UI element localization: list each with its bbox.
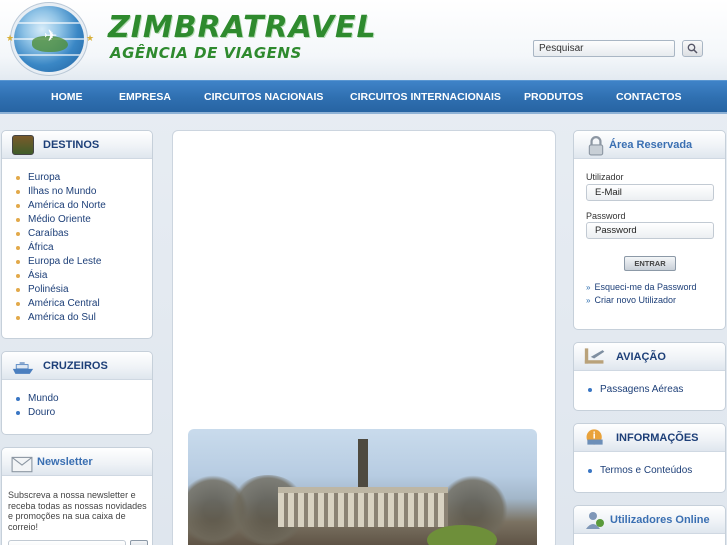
newsletter-text: Subscreva a nossa newsletter e receba to… <box>8 490 147 532</box>
main-nav: HOME EMPRESA CIRCUITOS NACIONAIS CIRCUIT… <box>0 80 727 114</box>
informacoes-panel: i INFORMAÇÕES Termos e Conteúdos <box>573 423 726 493</box>
login-button[interactable]: ENTRAR <box>624 256 676 271</box>
list-item[interactable]: Ilhas no Mundo <box>16 185 106 199</box>
globe-logo-icon[interactable]: ✈ <box>14 6 84 72</box>
password-field[interactable]: Password <box>586 222 714 239</box>
newsletter-submit-button[interactable] <box>130 540 148 545</box>
airplane-icon <box>584 348 605 364</box>
nav-circuitos-internacionais[interactable]: CIRCUITOS INTERNACIONAIS <box>350 91 501 103</box>
list-item[interactable]: Passagens Aéreas <box>588 383 683 397</box>
list-item[interactable]: América Central <box>16 297 106 311</box>
envelope-icon <box>11 456 33 473</box>
aviacao-list: Passagens Aéreas <box>588 383 683 397</box>
utilizadores-online-panel: Utilizadores Online <box>573 505 726 545</box>
informacoes-title: INFORMAÇÕES <box>616 432 699 444</box>
new-user-link[interactable]: » Criar novo Utilizador <box>586 295 676 305</box>
list-item[interactable]: Termos e Conteúdos <box>588 464 692 478</box>
magnifier-icon <box>687 43 698 54</box>
cruzeiros-panel: CRUZEIROS Mundo Douro <box>1 351 153 435</box>
list-item[interactable]: Europa <box>16 171 106 185</box>
list-item[interactable]: Mundo <box>16 392 59 406</box>
list-item[interactable]: Médio Oriente <box>16 213 106 227</box>
newsletter-panel: Newsletter Subscreva a nossa newsletter … <box>1 447 153 545</box>
nav-empresa[interactable]: EMPRESA <box>119 91 171 103</box>
forgot-password-link[interactable]: » Esqueci-me da Password <box>586 282 697 292</box>
user-field[interactable]: E-Mail <box>586 184 714 201</box>
nav-contactos[interactable]: CONTACTOS <box>616 91 682 103</box>
area-reservada-title: Área Reservada <box>609 139 693 151</box>
destinations-icon <box>12 135 34 155</box>
destinos-list: Europa Ilhas no Mundo América do Norte M… <box>16 171 106 325</box>
ship-icon <box>12 362 34 374</box>
destination-photo <box>188 429 537 545</box>
utilizadores-online-title: Utilizadores Online <box>610 514 710 526</box>
cruzeiros-title: CRUZEIROS <box>43 360 108 372</box>
list-item[interactable]: América do Norte <box>16 199 106 213</box>
star-icon: ★ <box>6 33 15 43</box>
list-item[interactable]: Ásia <box>16 269 106 283</box>
list-item[interactable]: Europa de Leste <box>16 255 106 269</box>
nav-circuitos-nacionais[interactable]: CIRCUITOS NACIONAIS <box>204 91 323 103</box>
area-reservada-panel: Área Reservada Utilizador E-Mail Passwor… <box>573 130 726 330</box>
newsletter-email-field[interactable] <box>8 540 126 545</box>
nav-home[interactable]: HOME <box>51 91 83 103</box>
list-item[interactable]: América do Sul <box>16 311 106 325</box>
list-item[interactable]: Douro <box>16 406 59 420</box>
password-label: Password <box>586 211 626 221</box>
cruzeiros-list: Mundo Douro <box>16 392 59 420</box>
user-label: Utilizador <box>586 172 624 182</box>
info-icon: i <box>586 429 603 445</box>
nav-produtos[interactable]: PRODUTOS <box>524 91 583 103</box>
aviacao-panel: AVIAÇÃO Passagens Aéreas <box>573 342 726 411</box>
list-item[interactable]: Polinésia <box>16 283 106 297</box>
aviacao-title: AVIAÇÃO <box>616 351 666 363</box>
newsletter-title: Newsletter <box>37 456 93 468</box>
list-item[interactable]: África <box>16 241 106 255</box>
destinos-title: DESTINOS <box>43 139 100 151</box>
search-input[interactable]: Pesquisar <box>533 40 675 57</box>
lock-icon <box>588 136 604 156</box>
destinos-panel: DESTINOS Europa Ilhas no Mundo América d… <box>1 130 153 339</box>
svg-text:i: i <box>593 431 596 441</box>
brand-title[interactable]: ZIMBRATRAVEL <box>108 10 377 45</box>
search-button[interactable] <box>682 40 703 57</box>
site-header: ✈ ★ ★ ZIMBRATRAVEL AGÊNCIA DE VIAGENS Pe… <box>0 0 727 80</box>
brand-subtitle: AGÊNCIA DE VIAGENS <box>110 44 302 62</box>
star-icon: ★ <box>86 33 95 43</box>
list-item[interactable]: Caraíbas <box>16 227 106 241</box>
users-icon <box>586 512 604 529</box>
informacoes-list: Termos e Conteúdos <box>588 464 692 478</box>
